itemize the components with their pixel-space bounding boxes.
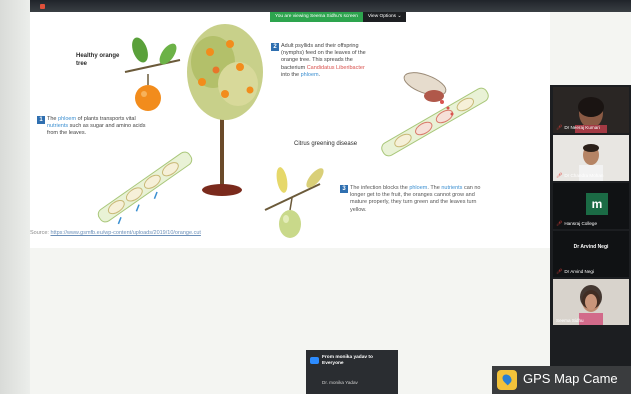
source-link[interactable]: https://www.gsmfb.eu/wp-content/uploads/… <box>50 230 200 236</box>
map-pin-icon <box>497 370 517 390</box>
monitor-bezel-top <box>0 0 631 12</box>
phloem-strand-illustration <box>97 151 193 225</box>
healthy-tree-label: Healthy orange tree <box>76 53 120 67</box>
monitor-bezel-left <box>0 0 30 394</box>
source-citation: Source: https://www.gsmfb.eu/wp-content/… <box>30 230 201 236</box>
sharing-indicator: You are viewing Seema Sidhu's screen <box>270 12 363 22</box>
mic-muted-icon: 🎤︎ <box>556 269 563 275</box>
participant-name: 🎤︎ Dr Neeraj Kumari <box>556 125 600 131</box>
step2-number: 2 <box>271 43 279 51</box>
chat-bubble-icon <box>310 357 319 364</box>
mic-muted-icon: 🎤︎ <box>556 125 563 131</box>
mic-muted-icon: 🎤︎ <box>556 173 563 179</box>
participant-tile[interactable]: 🎤︎ Dr Neeraj Kumari <box>553 87 629 133</box>
view-options-button[interactable]: View Options ⌄ <box>362 12 407 22</box>
disease-label: Citrus greening disease <box>294 141 358 147</box>
step3-text: The infection blocks the phloem. The nut… <box>350 185 481 213</box>
diseased-fruit-illustration <box>264 167 324 238</box>
participant-name: Seema Sidhu <box>556 318 584 323</box>
mic-muted-icon: 🎤︎ <box>556 221 563 227</box>
participant-tile[interactable]: m 🎤︎ Hansraj College <box>553 183 629 229</box>
watermark-text: GPS Map Came <box>523 371 618 386</box>
shared-slide: Healthy orange tree 1 The phloem of plan… <box>30 12 550 248</box>
avatar: m <box>586 193 608 215</box>
participant-tile[interactable]: Dr Arvind Negi 🎤︎ Dr Arvind Negi <box>553 231 629 277</box>
screen-share-bar: You are viewing Seema Sidhu's screen Vie… <box>270 12 407 22</box>
step1-text: The phloem of plants transports vital nu… <box>47 116 146 137</box>
participant-tile[interactable]: Seema Sidhu <box>553 279 629 325</box>
chat-notification[interactable]: From monika yadav to Everyone Dr. monika… <box>306 350 398 394</box>
step3-number: 3 <box>340 185 348 193</box>
healthy-orange-illustration <box>124 37 181 111</box>
corner-indicator <box>40 4 45 9</box>
participant-name: 🎤︎ Dr Arvind Negi <box>556 269 594 275</box>
psyllid-illustration <box>381 72 489 157</box>
gps-watermark: GPS Map Came <box>492 366 631 394</box>
chat-sender: Dr. monika Yadav <box>322 380 358 385</box>
participant-name: 🎤︎ Hansraj College <box>556 221 598 227</box>
screen-photo: Healthy orange tree 1 The phloem of plan… <box>0 0 631 394</box>
participant-tile[interactable]: 🎤︎ Dr Chandra Mohan <box>553 135 629 181</box>
step1-number: 1 <box>37 116 45 124</box>
chat-from: From monika yadav to Everyone <box>322 355 373 366</box>
participant-gallery: 🎤︎ Dr Neeraj Kumari 🎤︎ Dr Chandra Mohan m … <box>550 85 631 367</box>
step2-text: Adult psyllids and their offspring (nymp… <box>281 43 366 78</box>
orange-tree-illustration <box>187 24 263 196</box>
participant-name: 🎤︎ Dr Chandra Mohan <box>556 173 604 179</box>
participant-center-name: Dr Arvind Negi <box>573 244 609 250</box>
